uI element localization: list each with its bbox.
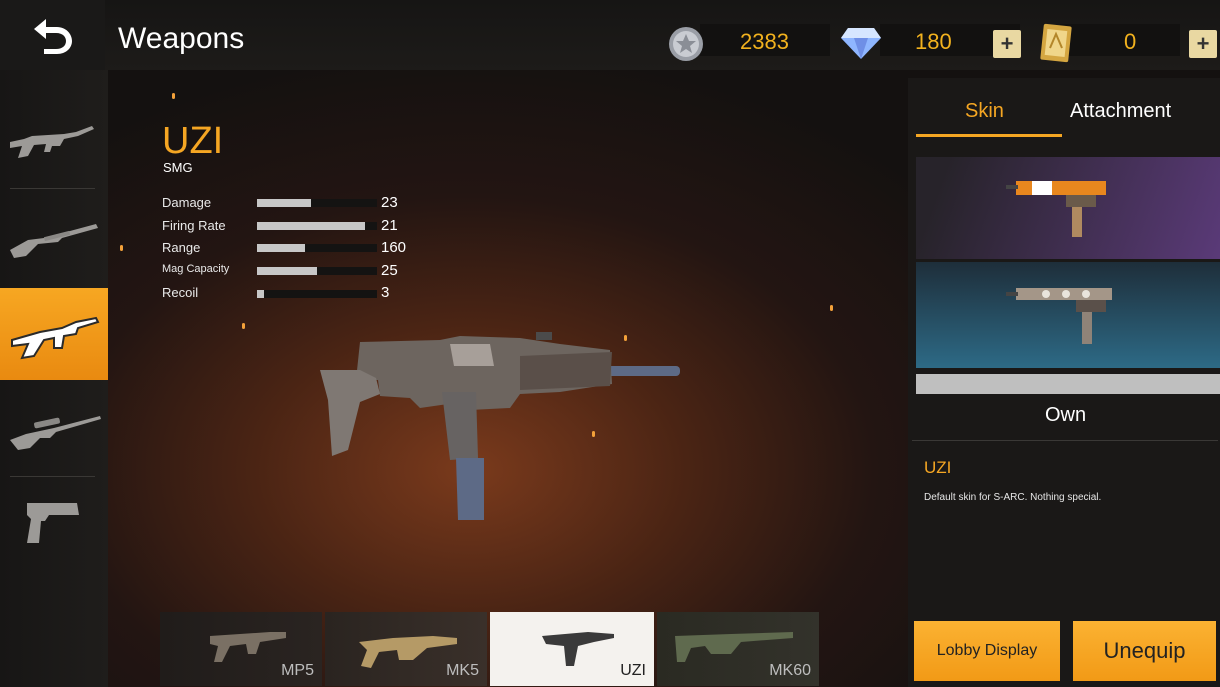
stat-label: Recoil [162, 285, 199, 300]
stat-fill [257, 222, 365, 230]
own-status: Own [1045, 404, 1087, 426]
voucher-value: 0 [1124, 29, 1137, 54]
stat-label: Mag Capacity [162, 263, 230, 275]
stat-fill [257, 267, 317, 275]
uzi-weapon-model [320, 332, 680, 520]
weapon-card-mp5[interactable]: MP5 [160, 612, 322, 686]
pistol-icon [27, 503, 79, 543]
shotgun-icon [10, 224, 98, 258]
tab-skin[interactable]: Skin [965, 100, 1004, 123]
stat-fill [257, 290, 265, 298]
skin-description: Default skin for S-ARC. Nothing special. [924, 492, 1102, 503]
smg-icon [11, 316, 100, 360]
uzi-orange-skin-icon [1006, 181, 1106, 237]
lobby-display-button[interactable]: Lobby Display [914, 621, 1060, 681]
stat-label: Firing Rate [162, 218, 226, 233]
stat-bar [257, 244, 377, 252]
sniper-rifle-icon [10, 416, 101, 450]
stat-fill [257, 244, 305, 252]
weapon-card-label: MP5 [281, 662, 314, 679]
uzi-thumbnail-icon [542, 632, 614, 666]
weapon-card-label: MK60 [769, 662, 811, 679]
stat-bar [257, 290, 377, 298]
stat-value: 160 [381, 239, 407, 256]
weapon-type: SMG [163, 160, 193, 175]
weapon-card-label: UZI [620, 662, 646, 679]
category-sniper-rifle[interactable] [0, 384, 108, 474]
stat-fill [257, 199, 311, 207]
stat-value: 25 [381, 262, 398, 279]
skin-card-orange[interactable] [916, 157, 1220, 259]
selected-skin-bar [916, 374, 1220, 394]
stat-value: 23 [381, 194, 398, 211]
add-vouchers-button[interactable]: + [1189, 30, 1217, 58]
category-divider [10, 476, 95, 477]
category-assault-rifle[interactable] [0, 92, 108, 182]
weapon-card-mk60[interactable]: MK60 [657, 612, 819, 686]
panel-divider [912, 440, 1218, 441]
voucher-counter [1060, 24, 1180, 56]
coin-value: 2383 [740, 29, 789, 54]
skin-card-default[interactable] [916, 262, 1220, 368]
category-smg[interactable] [0, 288, 108, 380]
stat-bar [257, 267, 377, 275]
top-bar: Weapons 2383 180 + 0 + [0, 0, 1220, 70]
mp5-thumbnail-icon [210, 632, 286, 662]
diamond-value: 180 [915, 29, 952, 54]
active-tab-underline [916, 134, 1062, 137]
stat-bar [257, 199, 377, 207]
coin-icon [669, 27, 703, 61]
weapon-card-uzi[interactable]: UZI [490, 612, 654, 686]
ember-particle [172, 93, 175, 99]
voucher-icon [1040, 23, 1072, 63]
add-diamonds-button[interactable]: + [993, 30, 1021, 58]
stat-value: 21 [381, 217, 398, 234]
stat-value: 3 [381, 284, 390, 301]
page-title: Weapons [118, 22, 245, 55]
skin-name: UZI [924, 458, 952, 477]
back-arrow-icon [33, 19, 72, 54]
back-button[interactable] [0, 0, 105, 70]
ember-particle [120, 245, 123, 251]
unequip-button[interactable]: Unequip [1073, 621, 1216, 681]
diamond-icon [841, 28, 881, 59]
category-pistol[interactable] [0, 478, 108, 568]
weapon-card-mk5[interactable]: MK5 [325, 612, 487, 686]
ember-particle [830, 305, 833, 311]
stat-label: Range [162, 240, 201, 255]
ember-particle [242, 323, 245, 329]
weapon-card-label: MK5 [446, 662, 479, 679]
tab-attachment[interactable]: Attachment [1070, 100, 1171, 123]
category-shotgun[interactable] [0, 190, 108, 280]
uzi-default-skin-icon [1006, 288, 1112, 344]
stat-bar [257, 222, 377, 230]
assault-rifle-icon [10, 126, 94, 158]
category-divider [10, 188, 95, 189]
weapon-name: UZI [162, 120, 224, 162]
game-screen: Weapons 2383 180 + 0 + UZI SMG Damage 23… [0, 0, 1220, 687]
stat-label: Damage [162, 195, 212, 210]
